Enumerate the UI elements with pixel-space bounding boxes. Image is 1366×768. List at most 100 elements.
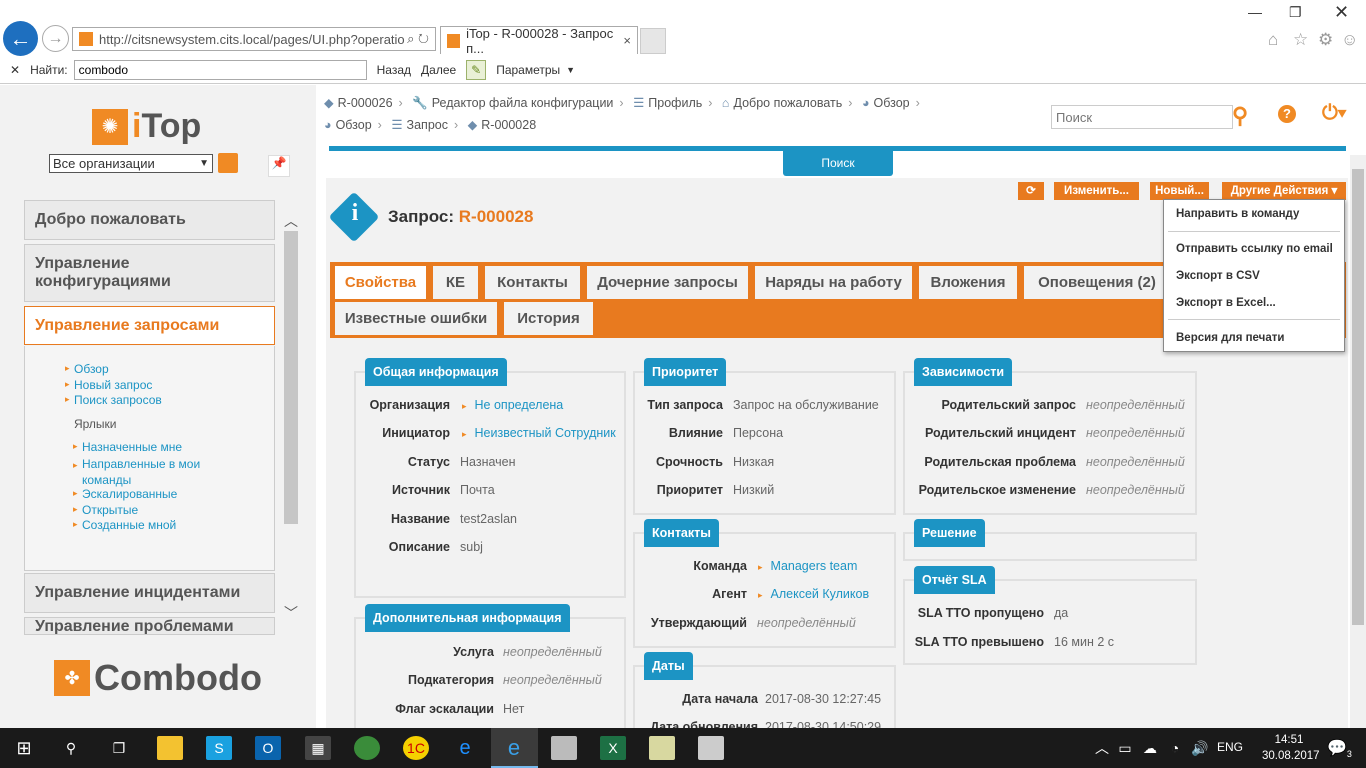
submenu-search-requests[interactable]: Поиск запросов — [65, 393, 162, 407]
cloud-icon[interactable]: ☁ — [1141, 736, 1159, 760]
favorites-star-icon[interactable]: ☆ — [1293, 30, 1308, 50]
highlight-icon[interactable]: ✎ — [466, 59, 487, 80]
smiley-icon[interactable]: ☺ — [1341, 30, 1358, 50]
globe-icon[interactable] — [354, 736, 380, 760]
field-value-link[interactable]: Алексей Куликов — [758, 587, 870, 601]
menu-item-dispatch-team[interactable]: Направить в команду — [1176, 208, 1299, 220]
breadcrumb-item[interactable]: Запрос — [407, 118, 448, 132]
search-drawer-tab[interactable]: Поиск — [783, 151, 893, 176]
chevron-up-icon[interactable]: ︿ — [1093, 736, 1111, 760]
search-refresh-icon[interactable]: ⌕ ↻ — [407, 31, 429, 47]
menu-item-print-version[interactable]: Версия для печати — [1176, 332, 1284, 344]
sidebar-scrollbar[interactable] — [284, 231, 298, 524]
tab-contacts[interactable]: Контакты — [485, 266, 580, 299]
field-value-link[interactable]: Неизвестный Сотрудник — [462, 426, 616, 440]
close-tab-icon[interactable]: × — [623, 33, 631, 48]
pin-icon[interactable]: 📌 — [268, 155, 290, 177]
menu-problems[interactable]: Управление проблемами — [24, 617, 275, 635]
forward-arrow-icon[interactable]: → — [42, 25, 69, 52]
shortcut-created-by-me[interactable]: Созданные мной — [73, 518, 176, 532]
breadcrumb-item[interactable]: Обзор — [874, 96, 910, 110]
address-bar[interactable]: http://citsnewsystem.cits.local/pages/UI… — [72, 27, 436, 51]
task-view-icon[interactable]: ❐ — [106, 736, 132, 760]
tab-properties[interactable]: Свойства — [335, 266, 426, 299]
other-actions-button[interactable]: Другие Действия ▾ — [1222, 182, 1346, 200]
tab-notifications[interactable]: Оповещения (2) — [1024, 266, 1170, 299]
calculator-icon[interactable]: ▦ — [305, 736, 331, 760]
find-input[interactable] — [73, 59, 367, 80]
back-arrow-icon[interactable]: ← — [3, 21, 38, 56]
menu-item-email-link[interactable]: Отправить ссылку по email — [1176, 243, 1333, 255]
breadcrumb-item[interactable]: Обзор — [336, 118, 372, 132]
tab-ci[interactable]: КЕ — [433, 266, 478, 299]
menu-requests[interactable]: Управление запросами — [24, 306, 275, 345]
notepad-icon[interactable] — [649, 736, 675, 760]
home-icon[interactable]: ⌂ — [1268, 30, 1278, 50]
breadcrumb-item[interactable]: Профиль — [648, 96, 702, 110]
shortcut-open[interactable]: Открытые — [73, 503, 138, 517]
file-explorer-icon[interactable] — [157, 736, 183, 760]
minimize-icon[interactable]: — — [1248, 4, 1262, 20]
volume-icon[interactable]: 🔊 — [1191, 736, 1209, 760]
organization-select[interactable]: Все организации ▼ — [49, 154, 213, 173]
organization-tree-button[interactable] — [218, 153, 238, 173]
close-window-icon[interactable]: ✕ — [1334, 2, 1349, 23]
battery-icon[interactable]: ▭ — [1116, 736, 1134, 760]
find-next-button[interactable]: Далее — [421, 63, 456, 77]
maximize-icon[interactable]: ❐ — [1289, 4, 1302, 21]
chevron-down-icon[interactable]: ▼ — [566, 65, 575, 75]
field-value-link[interactable]: Не определена — [462, 398, 564, 412]
breadcrumb-item[interactable]: Редактор файла конфигурации — [432, 96, 614, 110]
submenu-overview[interactable]: Обзор — [65, 362, 109, 376]
shortcut-my-teams[interactable]: Направленные в мои команды — [73, 456, 222, 488]
menu-item-export-csv[interactable]: Экспорт в CSV — [1176, 270, 1260, 282]
1c-icon[interactable]: 1С — [403, 736, 429, 760]
tab-known-errors[interactable]: Известные ошибки — [335, 302, 497, 335]
new-tab-button[interactable] — [640, 28, 666, 54]
modify-button[interactable]: Изменить... — [1054, 182, 1139, 200]
tab-child-requests[interactable]: Дочерние запросы — [587, 266, 748, 299]
tab-work-orders[interactable]: Наряды на работу — [755, 266, 912, 299]
menu-welcome[interactable]: Добро пожаловать — [24, 200, 275, 240]
gear-icon[interactable]: ⚙ — [1318, 30, 1333, 50]
tab-attachments[interactable]: Вложения — [919, 266, 1017, 299]
internet-explorer-icon[interactable]: e — [501, 736, 527, 760]
submenu-new-request[interactable]: Новый запрос — [65, 378, 152, 392]
menu-incidents[interactable]: Управление инцидентами — [24, 573, 275, 613]
windows-start-icon[interactable]: ⊞ — [11, 736, 37, 760]
help-icon[interactable]: ? — [1278, 105, 1296, 123]
find-prev-button[interactable]: Назад — [377, 63, 411, 77]
breadcrumb-item[interactable]: Добро пожаловать — [733, 96, 842, 110]
language-indicator[interactable]: ENG — [1217, 740, 1243, 754]
close-find-icon[interactable]: ✕ — [10, 63, 20, 77]
global-search-input[interactable]: Поиск — [1051, 105, 1233, 129]
itop-logo[interactable]: ✺ iTop — [92, 107, 201, 146]
breadcrumb-item[interactable]: R-000026 — [338, 96, 393, 110]
field-value-link[interactable]: Managers team — [758, 559, 858, 573]
outlook-icon[interactable]: O — [255, 736, 281, 760]
search-icon[interactable]: ⚲ — [1232, 103, 1248, 129]
refresh-icon[interactable]: ⟳ — [1018, 182, 1044, 200]
tab-history[interactable]: История — [504, 302, 593, 335]
menu-configuration[interactable]: Управление конфигурациями — [24, 244, 275, 302]
edge-icon[interactable]: e — [452, 736, 478, 760]
shortcut-assigned-to-me[interactable]: Назначенные мне — [73, 440, 182, 454]
chevron-down-icon[interactable]: ﹀ — [284, 603, 298, 623]
find-options-button[interactable]: Параметры — [496, 63, 560, 77]
app-icon[interactable] — [551, 736, 577, 760]
new-button[interactable]: Новый... — [1150, 182, 1209, 200]
chevron-up-icon[interactable]: ︿ — [284, 211, 298, 231]
browser-tab[interactable]: iTop - R-000028 - Запрос п... × — [440, 26, 638, 56]
search-icon[interactable]: ⚲ — [58, 736, 84, 760]
main-scrollbar[interactable] — [1350, 155, 1366, 728]
clock[interactable]: 14:51 30.08.2017 — [1262, 732, 1320, 764]
power-menu-icon[interactable]: ⏻▾ — [1322, 102, 1346, 125]
skype-icon[interactable]: S — [206, 736, 232, 760]
network-icon[interactable]: ◔ — [1166, 736, 1184, 760]
shortcut-escalated[interactable]: Эскалированные — [73, 487, 177, 501]
window-icon[interactable] — [698, 736, 724, 760]
menu-item-export-excel[interactable]: Экспорт в Excel... — [1176, 297, 1276, 309]
excel-icon[interactable]: X — [600, 736, 626, 760]
breadcrumb-item[interactable]: R-000028 — [481, 118, 536, 132]
notifications-icon[interactable]: 💬3 — [1327, 738, 1352, 759]
